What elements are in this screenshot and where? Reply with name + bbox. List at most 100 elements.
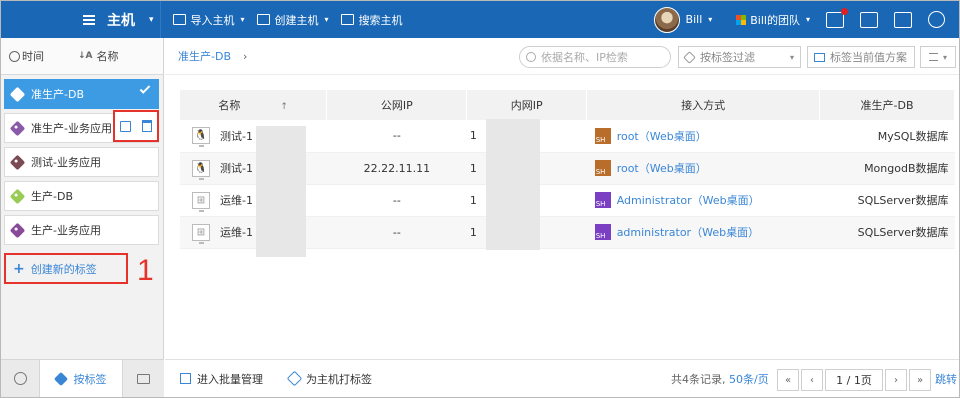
access-label: root（Web桌面） xyxy=(616,129,707,143)
tag-hosts-button[interactable]: 为主机打标签 xyxy=(286,370,372,387)
checklist-icon[interactable] xyxy=(860,11,878,28)
sort-by-name-button[interactable]: ↓A 名称 xyxy=(78,48,119,64)
tags-tab-label: 按标签 xyxy=(73,372,107,386)
host-name[interactable]: 测试-1 xyxy=(220,160,253,176)
team-name: Bill的团队 xyxy=(750,13,800,27)
linux-icon: 🐧 xyxy=(192,127,210,148)
host-name[interactable]: 测试-1 xyxy=(220,128,253,144)
headset-icon[interactable] xyxy=(928,11,945,28)
app-title[interactable]: 主机 xyxy=(107,10,135,30)
redacted-block xyxy=(485,119,540,153)
host-name[interactable]: 运维-1 xyxy=(220,192,253,208)
table-header-row: 名称 ↑ 公网IP 内网IP 接入方式 准生产-DB xyxy=(180,90,955,120)
redacted-block xyxy=(485,151,540,186)
tag-filter-label: 按标签过滤 xyxy=(700,51,755,64)
tag-icon xyxy=(683,50,696,64)
prev-page-button[interactable]: ‹ xyxy=(801,369,823,391)
mail-icon[interactable] xyxy=(826,7,848,28)
tag-value: MongodB数据库 xyxy=(819,152,955,185)
edit-icon[interactable] xyxy=(120,120,132,132)
column-header-access[interactable]: 接入方式 xyxy=(586,90,821,120)
import-host-button[interactable]: 导入主机 ▾ xyxy=(172,12,245,28)
page-size-select[interactable]: 50条/页 xyxy=(729,373,769,386)
chevron-down-icon[interactable]: ▾ xyxy=(708,15,712,24)
user-name[interactable]: Bill xyxy=(686,13,703,26)
monitor-icon xyxy=(256,14,270,25)
batch-manage-button[interactable]: 进入批量管理 xyxy=(180,371,263,387)
column-header-private-ip[interactable]: 内网IP xyxy=(466,90,588,120)
trash-icon[interactable] xyxy=(141,120,152,132)
column-scheme-select[interactable]: 标签当前值方案 xyxy=(807,46,915,68)
tag-label: 准生产-DB xyxy=(31,88,84,101)
sort-name-label: 名称 xyxy=(96,50,119,63)
chevron-down-icon: ▾ xyxy=(942,52,947,62)
sidebar-tag-item[interactable]: 生产-业务应用 xyxy=(4,215,159,245)
web-desktop-icon: SH xyxy=(594,160,611,176)
enter-icon xyxy=(180,373,191,384)
access-link[interactable]: SH root（Web桌面） xyxy=(587,160,820,176)
search-host-button[interactable]: 搜索主机 xyxy=(340,12,403,28)
access-label: root（Web桌面） xyxy=(616,162,707,175)
view-options-button[interactable]: ▾ xyxy=(920,46,956,68)
access-link[interactable]: SH root（Web桌面） xyxy=(587,127,820,144)
check-icon xyxy=(139,83,151,94)
tag-filter-select[interactable]: 按标签过滤 ▾ xyxy=(678,46,801,68)
record-count: 共4条记录, 50条/页 xyxy=(671,372,769,386)
private-ip: 1 xyxy=(469,161,477,175)
web-desktop-icon: SH xyxy=(594,192,611,208)
access-label: administrator（Web桌面） xyxy=(616,226,760,239)
last-page-button[interactable]: » xyxy=(909,369,931,391)
column-header-name[interactable]: 名称 ↑ xyxy=(180,90,328,120)
bottom-bar: 进入批量管理 为主机打标签 共4条记录, 50条/页 « ‹ 1 / 1页 › … xyxy=(165,359,959,397)
globe-tab[interactable] xyxy=(1,360,39,397)
tag-icon xyxy=(9,188,26,204)
access-link[interactable]: SH Administrator（Web桌面） xyxy=(587,192,820,208)
tag-hosts-label: 为主机打标签 xyxy=(306,372,372,386)
access-link[interactable]: SH administrator（Web桌面） xyxy=(587,224,820,240)
sidebar-tag-item[interactable]: 准生产-DB xyxy=(4,79,159,109)
search-monitor-icon xyxy=(340,14,354,25)
tag-icon xyxy=(286,370,303,387)
chevron-right-icon: › xyxy=(243,49,248,63)
sort-row: 时间 ↓A 名称 xyxy=(1,38,163,75)
sort-arrow-icon: ↑ xyxy=(280,102,288,112)
create-tag-button[interactable]: + 创建新的标签 xyxy=(4,253,128,284)
search-input[interactable]: 依据名称、IP检索 xyxy=(519,46,671,68)
folder-tab[interactable] xyxy=(123,360,164,397)
main-panel: 准生产-DB › 依据名称、IP检索 按标签过滤 ▾ 标签当前值方案 ▾ 名称 ↑… xyxy=(165,38,959,397)
team-switcher[interactable]: Bill的团队 ▾ xyxy=(736,12,810,28)
host-name[interactable]: 运维-1 xyxy=(220,224,253,240)
sidebar-tag-item[interactable]: 测试-业务应用 xyxy=(4,147,159,177)
import-host-label: 导入主机 xyxy=(190,13,235,27)
divider xyxy=(159,1,161,38)
breadcrumb[interactable]: 准生产-DB xyxy=(178,48,231,64)
tag-label: 生产-DB xyxy=(31,190,73,203)
access-label: Administrator（Web桌面） xyxy=(616,194,760,207)
redacted-block xyxy=(256,222,306,257)
column-header-public-ip[interactable]: 公网IP xyxy=(326,90,468,120)
tag-edit-actions xyxy=(113,110,159,142)
jump-button[interactable]: 跳转 xyxy=(935,371,957,387)
table-row[interactable]: 🐧 测试-1 -- 1 SH root（Web桌面） MySQL数据库 xyxy=(180,119,955,161)
column-header-tag[interactable]: 准生产-DB xyxy=(819,90,955,120)
tag-icon xyxy=(9,86,26,102)
redacted-block xyxy=(256,190,306,225)
menu-icon[interactable] xyxy=(71,1,107,38)
tag-icon xyxy=(9,154,26,170)
redacted-block xyxy=(485,183,540,218)
batch-manage-label: 进入批量管理 xyxy=(197,372,263,386)
alarm-icon[interactable] xyxy=(894,11,912,28)
next-page-button[interactable]: › xyxy=(885,369,907,391)
avatar[interactable] xyxy=(653,6,680,33)
chevron-down-icon[interactable]: ▾ xyxy=(149,15,154,25)
redacted-block xyxy=(485,215,540,250)
top-right-area: Bill ▾ Bill的团队 ▾ xyxy=(653,1,959,38)
create-host-label: 创建主机 xyxy=(274,13,319,27)
column-scheme-label: 标签当前值方案 xyxy=(830,51,907,64)
sidebar-tag-item[interactable]: 生产-DB xyxy=(4,181,159,211)
first-page-button[interactable]: « xyxy=(777,369,799,391)
tags-tab[interactable]: 按标签 xyxy=(39,360,123,397)
create-host-button[interactable]: 创建主机 ▾ xyxy=(256,12,329,28)
web-desktop-icon: SH xyxy=(594,224,611,240)
sort-by-time-button[interactable]: 时间 xyxy=(9,48,44,64)
